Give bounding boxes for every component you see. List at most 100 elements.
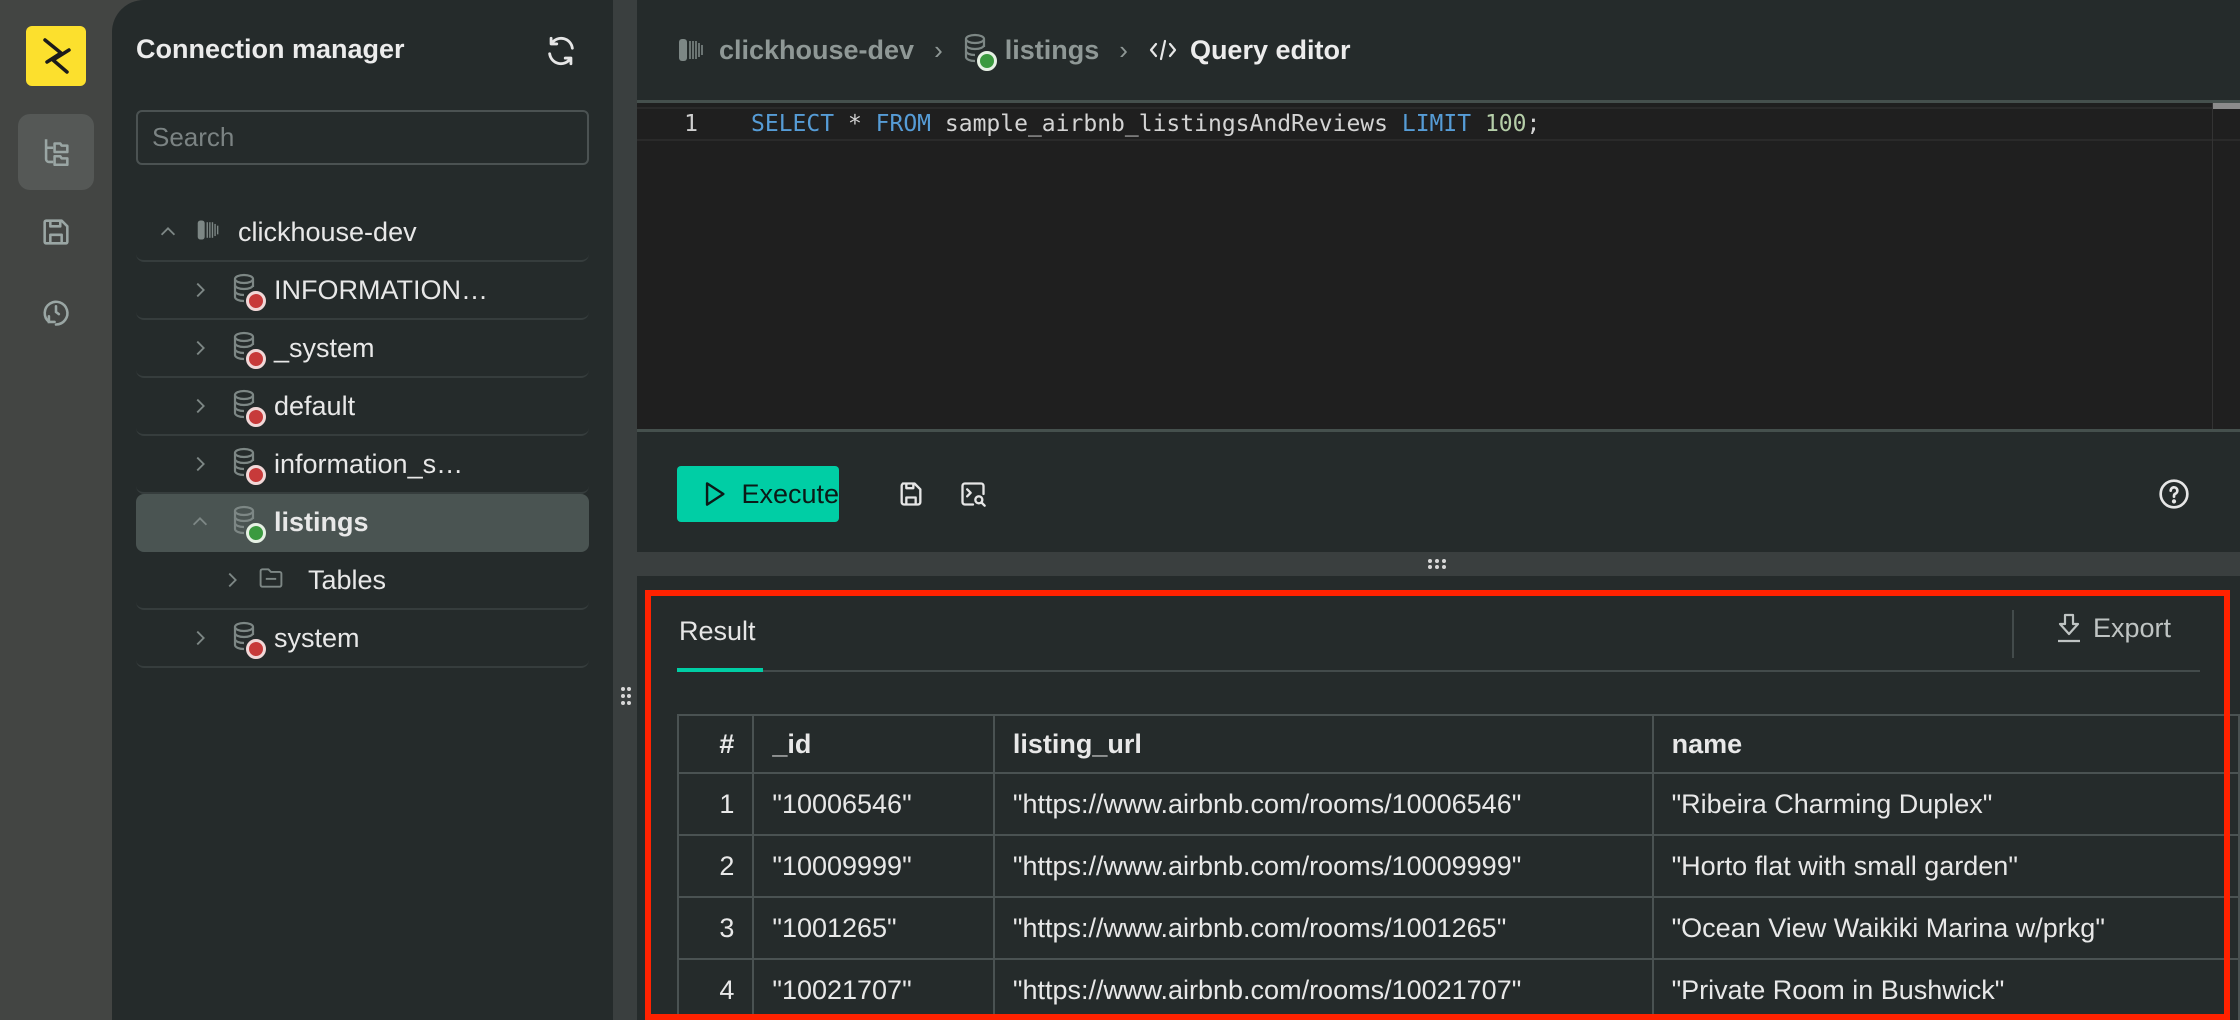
table-cell-id[interactable]: "1001265"	[752, 896, 995, 960]
chevron-right-icon[interactable]	[188, 626, 212, 650]
tree-item-label: information_s…	[274, 448, 464, 479]
chevron-right-icon[interactable]	[188, 278, 212, 302]
table-cell-listing_url[interactable]: "https://www.airbnb.com/rooms/10021707"	[992, 958, 1654, 1020]
sql-number: 100	[1484, 111, 1527, 137]
tree-item-label: clickhouse-dev	[238, 216, 417, 247]
status-disconnected-icon	[246, 407, 266, 427]
help-icon[interactable]	[2158, 478, 2190, 510]
search-input[interactable]	[136, 110, 589, 165]
column-header[interactable]: _id	[752, 714, 995, 774]
line-number: 1	[684, 111, 698, 137]
tree-folders-icon	[44, 139, 69, 167]
table-row[interactable]: 4 "10021707" "https://www.airbnb.com/rooms…	[676, 958, 2240, 1020]
panel-title: Connection manager	[136, 34, 405, 64]
column-header[interactable]: #	[676, 714, 755, 774]
query-workspace: clickhouse-dev › listings › Query editor…	[637, 0, 2240, 1020]
table-cell-index[interactable]: 4	[676, 958, 755, 1020]
table-cell-name[interactable]: "Ribeira Charming Duplex"	[1651, 772, 2240, 836]
export-button[interactable]: Export	[2055, 612, 2171, 644]
folder-icon	[258, 563, 288, 597]
chevron-right-icon[interactable]	[220, 568, 244, 592]
table-row[interactable]: 3 "1001265" "https://www.airbnb.com/rooms/…	[676, 896, 2240, 960]
rail-history-button[interactable]	[18, 274, 94, 350]
table-row[interactable]: 1 "10006546" "https://www.airbnb.com/rooms…	[676, 772, 2240, 836]
chevron-up-icon[interactable]	[188, 510, 212, 534]
save-query-icon[interactable]	[897, 480, 925, 508]
editor-line[interactable]: 1 SELECT * FROM sample_airbnb_listingsAn…	[637, 107, 2240, 141]
table-cell-listing_url[interactable]: "https://www.airbnb.com/rooms/10006546"	[992, 772, 1654, 836]
status-connected-icon	[976, 51, 997, 71]
code-icon	[1149, 39, 1177, 61]
left-rail	[0, 0, 112, 1020]
database-icon	[232, 273, 266, 311]
tab-result[interactable]: Result	[679, 616, 756, 647]
sql-code[interactable]: SELECT * FROM sample_airbnb_listingsAndR…	[725, 111, 1540, 137]
drag-grip-icon	[621, 687, 631, 705]
download-icon	[2058, 613, 2080, 643]
scrollbar-thumb[interactable]	[2213, 103, 2240, 109]
rail-saved-queries-button[interactable]	[18, 194, 94, 270]
status-disconnected-icon	[246, 349, 266, 369]
history-icon	[43, 300, 69, 326]
table-cell-listing_url[interactable]: "https://www.airbnb.com/rooms/10009999"	[992, 834, 1654, 898]
rail-connections-button[interactable]	[18, 114, 94, 190]
sql-text: ;	[1526, 111, 1541, 137]
database-icon	[232, 505, 266, 543]
column-header[interactable]: listing_url	[992, 714, 1654, 774]
tree-item-label: default	[274, 390, 356, 421]
editor-results-resize-handle[interactable]	[637, 552, 2240, 576]
refresh-icon[interactable]	[544, 34, 578, 68]
status-disconnected-icon	[246, 465, 266, 485]
breadcrumb-database[interactable]: listings	[963, 33, 1100, 71]
database-icon	[232, 447, 266, 485]
logo-icon[interactable]	[26, 26, 86, 86]
chevron-right-icon[interactable]	[188, 336, 212, 360]
breadcrumb-query-editor: Query editor	[1148, 35, 1350, 66]
sql-keyword: LIMIT	[1401, 111, 1472, 137]
save-icon	[43, 219, 69, 245]
table-header-row: # _id listing_url name	[676, 714, 2240, 774]
tree-item--system[interactable]: _system	[136, 320, 589, 378]
table-cell-name[interactable]: "Ocean View Waikiki Marina w/prkg"	[1651, 896, 2240, 960]
column-header[interactable]: name	[1651, 714, 2240, 774]
status-disconnected-icon	[246, 291, 266, 311]
sql-text: sample_airbnb_listingsAndReviews	[931, 111, 1402, 137]
execute-button[interactable]: Execute	[677, 466, 839, 522]
table-cell-name[interactable]: "Horto flat with small garden"	[1651, 834, 2240, 898]
drag-grip-icon	[1428, 559, 1446, 569]
table-cell-id[interactable]: "10006546"	[752, 772, 995, 836]
tree-item-default[interactable]: default	[136, 378, 589, 436]
toolbar-divider	[2012, 610, 2014, 658]
tree-item-label: system	[274, 622, 360, 653]
sql-editor[interactable]: 1 SELECT * FROM sample_airbnb_listingsAn…	[637, 100, 2240, 432]
table-cell-id[interactable]: "10009999"	[752, 834, 995, 898]
chevron-right-icon[interactable]	[188, 394, 212, 418]
explain-query-icon[interactable]	[959, 480, 987, 508]
tree-item-system[interactable]: system	[136, 610, 589, 668]
table-cell-name[interactable]: "Private Room in Bushwick"	[1651, 958, 2240, 1020]
chevron-up-icon[interactable]	[156, 220, 180, 244]
table-cell-index[interactable]: 3	[676, 896, 755, 960]
database-icon	[232, 389, 266, 427]
table-row[interactable]: 2 "10009999" "https://www.airbnb.com/rooms…	[676, 834, 2240, 898]
tree-item-listings[interactable]: listings	[136, 494, 589, 552]
tree-item-clickhouse-dev[interactable]: clickhouse-dev	[136, 204, 589, 262]
chevron-right-icon[interactable]	[188, 452, 212, 476]
table-cell-index[interactable]: 1	[676, 772, 755, 836]
app-window: Connection manager clickhouse-dev INFORMA…	[0, 0, 2240, 1020]
table-cell-listing_url[interactable]: "https://www.airbnb.com/rooms/1001265"	[992, 896, 1654, 960]
status-connected-icon	[246, 523, 266, 543]
chevron-right-icon: ›	[934, 34, 943, 65]
tree-item-information-s[interactable]: information_s…	[136, 436, 589, 494]
database-icon	[232, 621, 266, 659]
clickhouse-icon	[679, 39, 703, 61]
breadcrumb-connection[interactable]: clickhouse-dev	[677, 33, 914, 67]
status-disconnected-icon	[246, 639, 266, 659]
tree-item-tables[interactable]: Tables	[136, 552, 589, 610]
breadcrumb-label: listings	[1004, 34, 1100, 65]
tree-item-information[interactable]: INFORMATION…	[136, 262, 589, 320]
table-cell-id[interactable]: "10021707"	[752, 958, 995, 1020]
sidebar-resize-handle[interactable]	[613, 0, 637, 1020]
table-cell-index[interactable]: 2	[676, 834, 755, 898]
editor-scrollbar[interactable]	[2212, 103, 2240, 429]
